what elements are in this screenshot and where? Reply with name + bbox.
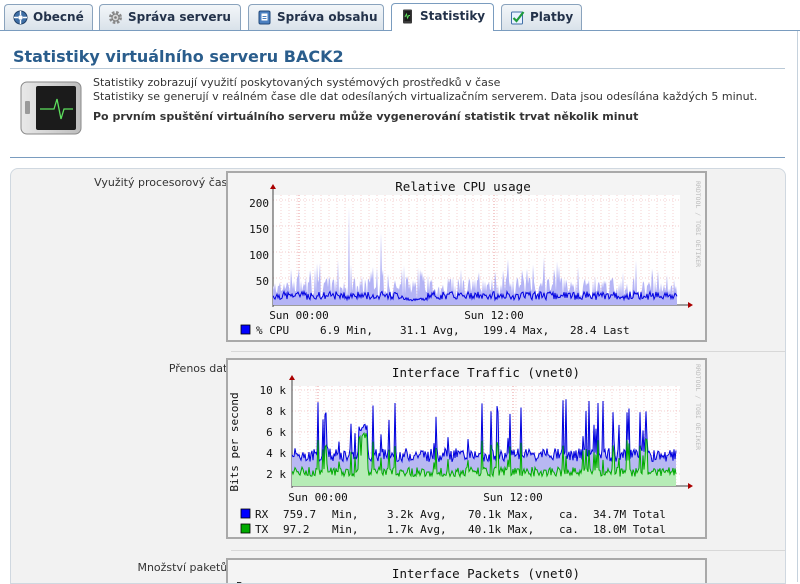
- rx-legend-avg: 3.2k Avg,: [387, 508, 447, 521]
- rx-legend-swatch: [240, 508, 251, 519]
- cpu-legend-name: % CPU: [256, 324, 289, 337]
- cpu-legend: % CPU 6.9 Min, 31.1 Avg, 199.4 Max, 28.4…: [256, 324, 630, 337]
- traffic-xtick-sun-12: Sun 12:00: [483, 491, 543, 504]
- description-line-1: Statistiky zobrazují využití poskytovaný…: [93, 76, 501, 89]
- tx-legend-min-unit: Min,: [332, 523, 359, 536]
- cpu-legend-min: 6.9 Min,: [320, 324, 373, 337]
- traffic-graph: Interface Traffic (vnet0) RRDTOOL / TOBI…: [226, 358, 707, 539]
- description: Statistiky zobrazují využití poskytovaný…: [93, 76, 757, 124]
- tx-legend: TX 97.2 Min, 1.7k Avg, 40.1k Max, ca. 18…: [255, 523, 666, 536]
- packets-graph: Interface Packets (vnet0) P: [226, 558, 707, 584]
- section-divider: [10, 157, 785, 158]
- packets-row-label: Množství paketů:: [137, 561, 231, 574]
- cpu-row-label: Využitý procesorový čas:: [94, 176, 231, 189]
- cpu-chart-title: Relative CPU usage: [395, 179, 530, 194]
- globe-icon: [13, 10, 28, 25]
- cpu-watermark: RRDTOOL / TOBI OETIKER: [694, 181, 702, 267]
- tab-label: Obecné: [33, 10, 84, 24]
- cpu-legend-last: 28.4 Last: [570, 324, 630, 337]
- statistics-monitor-icon: [20, 81, 82, 135]
- row-divider: [231, 550, 785, 551]
- cpu-ytick-150: 150: [249, 223, 269, 236]
- rx-legend-ca: ca.: [559, 508, 579, 521]
- traffic-chart: Interface Traffic (vnet0) RRDTOOL / TOBI…: [228, 364, 702, 536]
- graphs-area: Využitý procesorový čas: Relative CPU us…: [10, 168, 786, 584]
- cpu-legend-max: 199.4 Max,: [483, 324, 549, 337]
- tab-obecne[interactable]: Obecné: [4, 4, 93, 30]
- rx-legend-min-unit: Min,: [332, 508, 359, 521]
- tx-legend-min: 97.2: [283, 523, 310, 536]
- tab-label: Správa serveru: [128, 10, 231, 24]
- checklist-icon: [510, 10, 525, 25]
- tab-bar: Obecné Správa serveru Správa obsahu Stat…: [0, 0, 800, 31]
- x-axis-arrow: [688, 302, 693, 308]
- document-icon: [257, 10, 272, 25]
- traffic-ytick-2k: 2 k: [266, 468, 286, 481]
- x-axis-arrow: [688, 483, 693, 489]
- tab-label: Správa obsahu: [277, 10, 378, 24]
- tx-legend-ca: ca.: [559, 523, 579, 536]
- traffic-ytick-10k: 10 k: [260, 384, 287, 397]
- row-divider: [231, 351, 785, 352]
- traffic-row-label: Přenos dat:: [168, 362, 231, 375]
- traffic-chart-title: Interface Traffic (vnet0): [392, 365, 580, 380]
- y-axis-arrow: [289, 375, 295, 380]
- cpu-xtick-sun-00: Sun 00:00: [269, 309, 329, 322]
- tab-label: Statistiky: [420, 9, 486, 23]
- packets-chart-title: Interface Packets (vnet0): [392, 566, 580, 581]
- cpu-legend-avg: 31.1 Avg,: [400, 324, 460, 337]
- cpu-ytick-200: 200: [249, 197, 269, 210]
- gear-icon: [108, 10, 123, 25]
- rx-legend-name: RX: [255, 508, 269, 521]
- tx-legend-total: 18.0M Total: [593, 523, 666, 536]
- traffic-ytick-6k: 6 k: [266, 426, 286, 439]
- rx-legend: RX 759.7 Min, 3.2k Avg, 70.1k Max, ca. 3…: [255, 508, 666, 521]
- tab-platby[interactable]: Platby: [501, 4, 582, 30]
- cpu-plot-area: [270, 184, 693, 308]
- rx-legend-min: 759.7: [283, 508, 316, 521]
- traffic-ylabel: Bits per second: [228, 392, 241, 491]
- traffic-xtick-sun-00: Sun 00:00: [288, 491, 348, 504]
- monitor-icon: [400, 9, 415, 24]
- cpu-legend-swatch: [240, 324, 251, 335]
- tx-legend-max: 40.1k Max,: [468, 523, 534, 536]
- description-line-2: Statistiky se generují v reálném čase dl…: [93, 90, 758, 103]
- y-axis-arrow: [270, 184, 276, 189]
- tx-legend-name: TX: [255, 523, 269, 536]
- traffic-ytick-8k: 8 k: [266, 405, 286, 418]
- packets-chart: Interface Packets (vnet0) P: [236, 566, 580, 584]
- traffic-ytick-4k: 4 k: [266, 447, 286, 460]
- rx-legend-total: 34.7M Total: [593, 508, 666, 521]
- tab-sprava-obsahu[interactable]: Správa obsahu: [248, 4, 384, 30]
- cpu-chart: Relative CPU usage RRDTOOL / TOBI OETIKE…: [240, 179, 702, 337]
- cpu-xtick-sun-12: Sun 12:00: [464, 309, 524, 322]
- description-note: Po prvním spuštění virtuálního serveru m…: [93, 110, 639, 123]
- tx-legend-swatch: [240, 523, 251, 534]
- page-title: Statistiky virtuálního serveru BACK2: [13, 47, 344, 66]
- tab-statistiky[interactable]: Statistiky: [391, 3, 494, 31]
- title-divider: [10, 68, 785, 69]
- packets-ylabel: P: [236, 580, 243, 584]
- tab-label: Platby: [530, 10, 574, 24]
- traffic-watermark: RRDTOOL / TOBI OETIKER: [694, 364, 702, 450]
- tx-legend-avg: 1.7k Avg,: [387, 523, 447, 536]
- rx-legend-max: 70.1k Max,: [468, 508, 534, 521]
- tab-sprava-serveru[interactable]: Správa serveru: [99, 4, 241, 30]
- cpu-ytick-50: 50: [256, 275, 269, 288]
- cpu-graph: Relative CPU usage RRDTOOL / TOBI OETIKE…: [226, 171, 707, 342]
- cpu-ytick-100: 100: [249, 249, 269, 262]
- traffic-plot-area: [289, 375, 693, 489]
